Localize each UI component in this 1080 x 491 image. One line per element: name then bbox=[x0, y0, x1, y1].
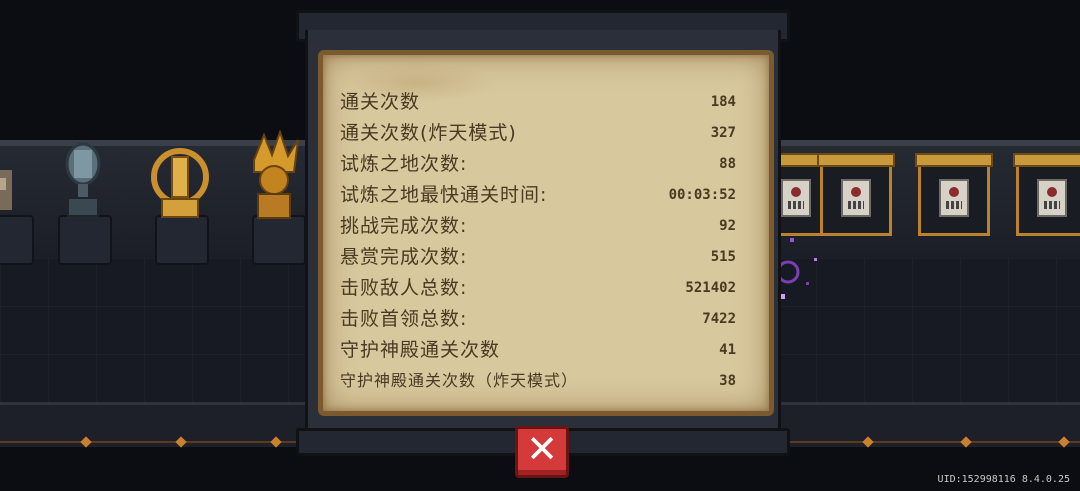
stat-label: 击败首领总数: bbox=[340, 308, 468, 330]
collection-frame[interactable] bbox=[915, 153, 993, 236]
stat-label: 挑战完成次数: bbox=[340, 215, 468, 237]
stat-label: 通关次数(炸天模式) bbox=[340, 122, 517, 144]
gold-laurel-trophy-icon[interactable] bbox=[150, 145, 210, 221]
statue-pedestal bbox=[155, 215, 209, 265]
partial-statue-icon bbox=[0, 170, 12, 210]
stat-value: 88 bbox=[719, 156, 736, 172]
silver-trophy-icon[interactable] bbox=[60, 140, 106, 222]
stat-label: 守护神殿通关次数 bbox=[340, 339, 501, 361]
uid-version-text: UID:152998116 8.4.0.25 bbox=[937, 474, 1070, 485]
stat-label: 通关次数 bbox=[340, 91, 421, 113]
stat-value: 92 bbox=[719, 218, 736, 234]
stat-label: 悬赏完成次数: bbox=[340, 246, 468, 268]
stat-value: 7422 bbox=[702, 311, 736, 327]
golden-dragon-trophy-icon[interactable] bbox=[244, 130, 304, 222]
stat-value: 184 bbox=[710, 94, 736, 110]
stat-row-bounty-count: 悬赏完成次数: 515 bbox=[340, 243, 740, 271]
statue-pedestal bbox=[0, 215, 34, 265]
stat-label: 试炼之地最快通关时间: bbox=[340, 184, 548, 206]
stat-value: 41 bbox=[719, 342, 736, 358]
collection-frame[interactable] bbox=[817, 153, 895, 236]
stat-row-trial-count: 试炼之地次数: 88 bbox=[340, 150, 740, 178]
collection-frame[interactable] bbox=[1013, 153, 1080, 236]
stat-row-challenge-count: 挑战完成次数: 92 bbox=[340, 212, 740, 240]
stat-row-temple-clear-count: 守护神殿通关次数 41 bbox=[340, 336, 740, 364]
stat-label: 试炼之地次数: bbox=[340, 153, 468, 175]
stat-row-bosses-defeated: 击败首领总数: 7422 bbox=[340, 305, 740, 333]
statue-pedestal bbox=[58, 215, 112, 265]
stat-value: 327 bbox=[710, 125, 736, 141]
statue-pedestal bbox=[252, 215, 306, 265]
stat-row-trial-fastest-time: 试炼之地最快通关时间: 00:03:52 bbox=[340, 181, 740, 209]
stat-row-clear-count: 通关次数 184 bbox=[340, 88, 740, 116]
stat-row-temple-clear-count-badass: 守护神殿通关次数（炸天模式） 38 bbox=[340, 367, 740, 395]
stat-row-clear-count-badass: 通关次数(炸天模式) 327 bbox=[340, 119, 740, 147]
stat-value: 38 bbox=[719, 373, 736, 389]
close-button[interactable]: ✕ bbox=[515, 426, 569, 478]
stat-label: 击败敌人总数: bbox=[340, 277, 468, 299]
stat-label: 守护神殿通关次数（炸天模式） bbox=[340, 371, 579, 390]
stat-value: 00:03:52 bbox=[668, 187, 736, 203]
stat-value: 515 bbox=[710, 249, 736, 265]
stat-value: 521402 bbox=[685, 280, 736, 296]
stat-row-enemies-defeated: 击败敌人总数: 521402 bbox=[340, 274, 740, 302]
